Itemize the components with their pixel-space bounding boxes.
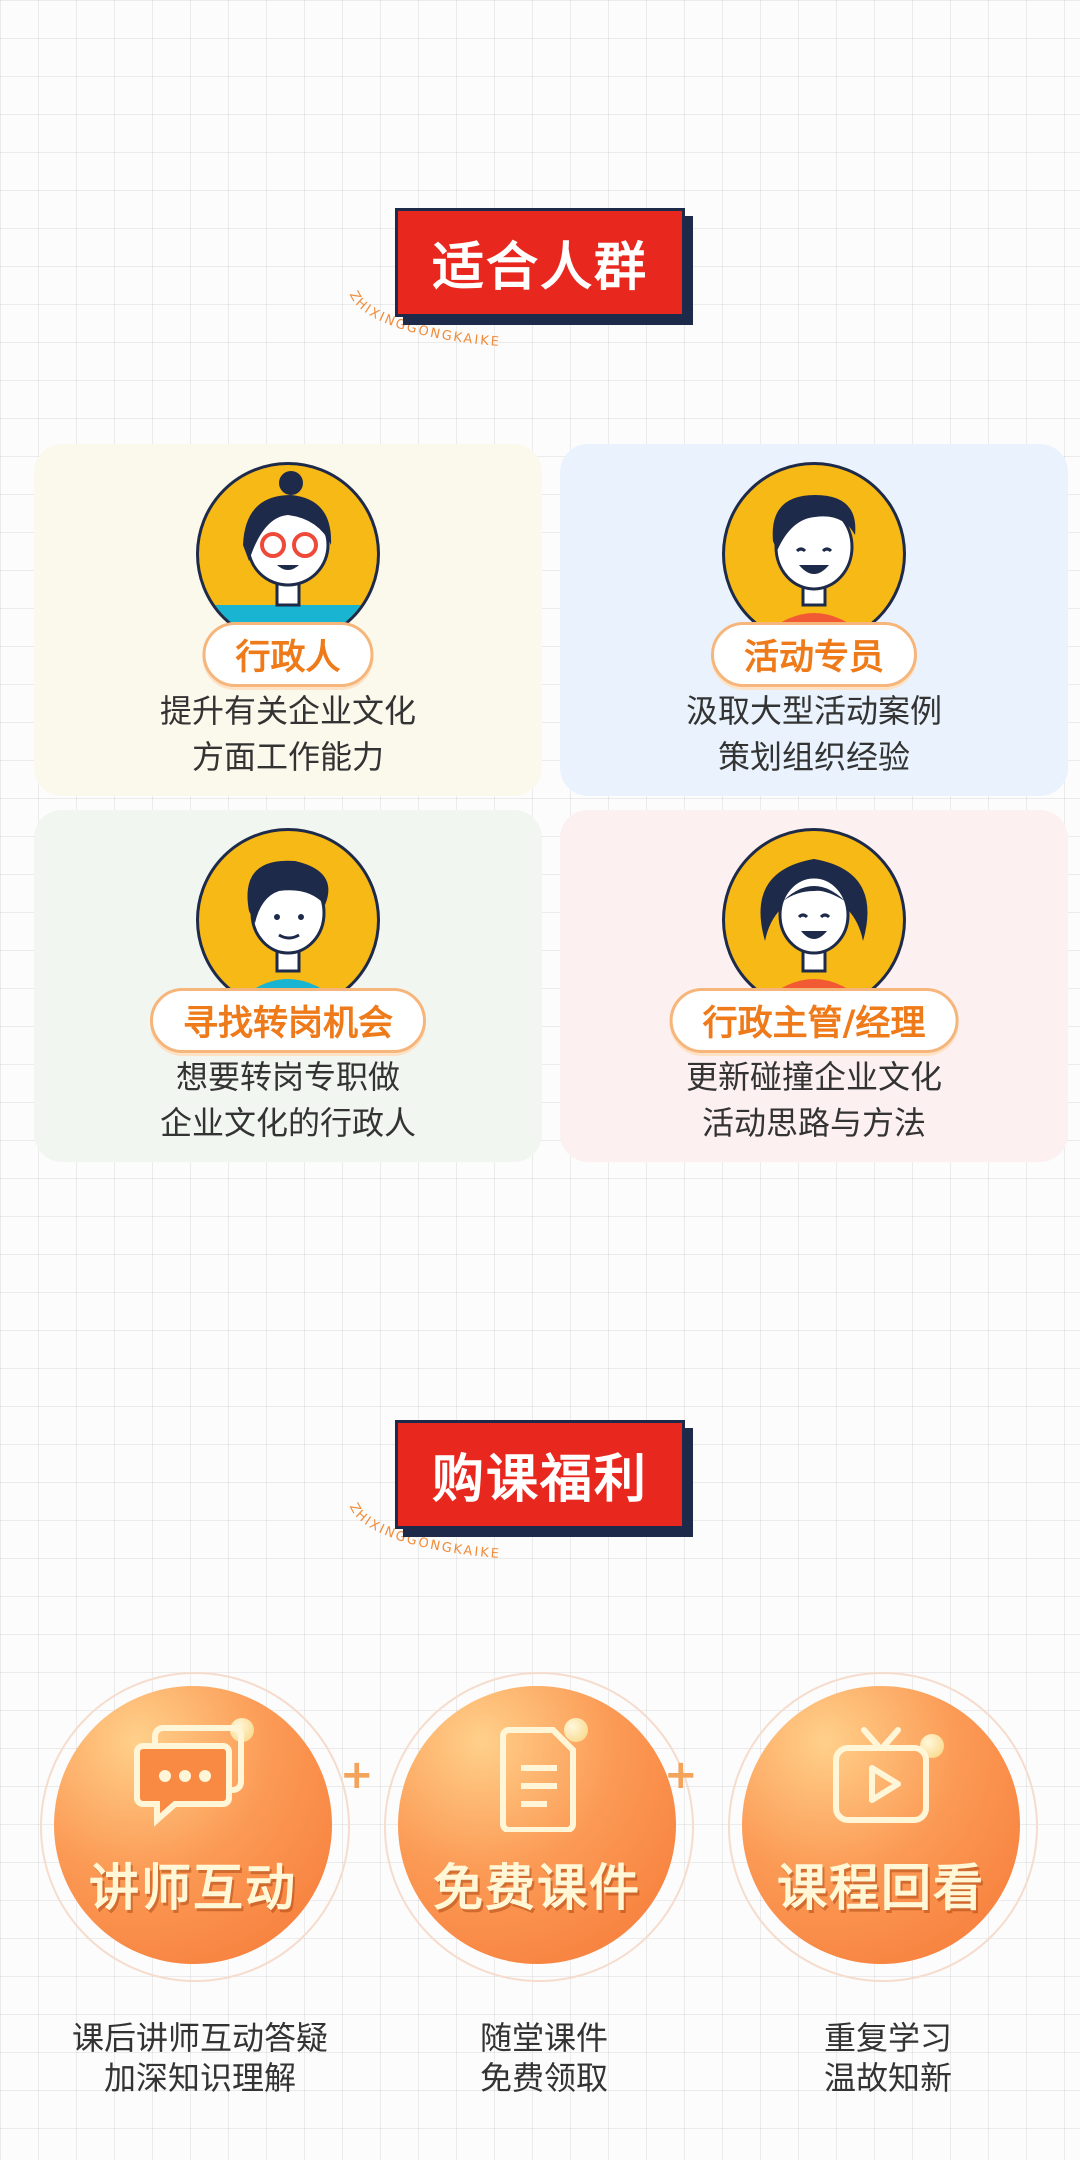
benefit-title: 讲师互动 xyxy=(89,1859,297,1917)
benefits-title: 购课福利 xyxy=(394,1420,686,1529)
benefit-title: 课程回看 xyxy=(777,1859,985,1917)
benefit-title: 免费课件 xyxy=(433,1859,641,1917)
video-play-icon xyxy=(833,1727,929,1823)
role-description: 想要转岗专职做 企业文化的行政人 xyxy=(159,1058,416,1142)
benefit-description: 重复学习 温故知新 xyxy=(823,2019,952,2097)
avatar-man-smiling xyxy=(722,462,906,646)
role-pill: 寻找转岗机会 xyxy=(149,988,427,1053)
role-pill: 行政主管/经理 xyxy=(669,988,959,1053)
audience-card-admin-manager: 行政主管/经理 更新碰撞企业文化 活动思路与方法 xyxy=(560,810,1068,1162)
role-description: 提升有关企业文化 方面工作能力 xyxy=(159,692,416,776)
role-pill: 活动专员 xyxy=(710,622,918,687)
role-description: 汲取大型活动案例 策划组织经验 xyxy=(685,692,942,776)
audience-card-admin: 行政人 提升有关企业文化 方面工作能力 xyxy=(34,444,542,796)
audience-card-event-specialist: 活动专员 汲取大型活动案例 策划组织经验 xyxy=(560,444,1068,796)
role-pill: 行政人 xyxy=(202,622,374,687)
page-title: 适合人群 xyxy=(394,208,686,317)
benefit-description: 随堂课件 免费领取 xyxy=(479,2019,608,2097)
chat-bubbles-icon xyxy=(134,1725,244,1827)
section-title-benefits: ZHIXINGGONGKAIKE 购课福利 xyxy=(0,1420,1080,1620)
section-title-audience: ZHIXINGGONGKAIKE 适合人群 xyxy=(0,208,1080,408)
plus-sign: + xyxy=(340,1752,374,1798)
plus-sign: + xyxy=(664,1752,698,1798)
avatar-man-cyan-shirt xyxy=(196,828,380,1012)
benefit-description: 课后讲师互动答疑 加深知识理解 xyxy=(71,2019,328,2097)
document-icon xyxy=(500,1727,576,1832)
avatar-woman-glasses xyxy=(196,462,380,646)
role-description: 更新碰撞企业文化 活动思路与方法 xyxy=(685,1058,942,1142)
audience-card-career-change: 寻找转岗机会 想要转岗专职做 企业文化的行政人 xyxy=(34,810,542,1162)
avatar-woman-curly-hair xyxy=(722,828,906,1012)
